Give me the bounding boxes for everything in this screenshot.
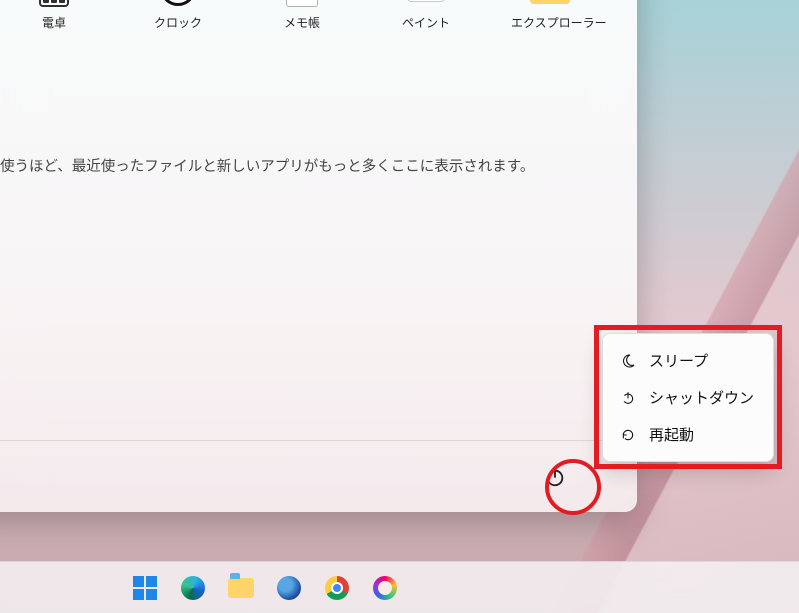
app-paint[interactable]: ペイント — [387, 0, 465, 31]
calculator-icon — [15, 0, 93, 11]
app-label: 電卓 — [15, 14, 93, 31]
taskbar — [0, 561, 799, 613]
folder-icon — [228, 578, 254, 598]
taskbar-thunderbird[interactable] — [274, 573, 304, 603]
app-label: クロック — [139, 14, 217, 31]
app-explorer[interactable]: エクスプローラー — [511, 0, 589, 31]
app-label: エクスプローラー — [511, 14, 589, 31]
moon-icon — [619, 352, 637, 370]
power-menu-label: シャットダウン — [649, 387, 754, 408]
taskbar-start-button[interactable] — [130, 573, 160, 603]
taskbar-paint[interactable] — [370, 573, 400, 603]
app-calculator[interactable]: 電卓 — [15, 0, 93, 31]
chrome-icon — [325, 576, 349, 600]
recent-hint-text: 使うほど、最近使ったファイルと新しいアプリがもっと多くここに表示されます。 — [0, 155, 534, 176]
taskbar-chrome[interactable] — [322, 573, 352, 603]
power-menu-sleep[interactable]: スリープ — [603, 342, 773, 379]
edge-icon — [181, 576, 205, 600]
power-icon — [619, 389, 637, 407]
taskbar-edge[interactable] — [178, 573, 208, 603]
power-menu-shutdown[interactable]: シャットダウン — [603, 379, 773, 416]
paint-icon — [387, 0, 465, 11]
clock-icon — [139, 0, 217, 11]
file-explorer-icon — [511, 0, 589, 11]
power-menu: スリープ シャットダウン 再起動 — [602, 333, 774, 462]
power-menu-restart[interactable]: 再起動 — [603, 416, 773, 453]
paint-palette-icon — [373, 576, 397, 600]
start-menu-panel: 電卓 クロック メモ帳 ペイント エクスプローラー 使うほど、最近使ったファイル… — [0, 0, 637, 512]
power-menu-label: スリープ — [649, 350, 708, 371]
taskbar-file-explorer[interactable] — [226, 573, 256, 603]
start-menu-bottom-bar — [0, 440, 637, 512]
power-menu-label: 再起動 — [649, 424, 694, 445]
app-label: ペイント — [387, 14, 465, 31]
app-label: メモ帳 — [263, 14, 341, 31]
power-button[interactable] — [533, 455, 577, 499]
power-icon — [544, 466, 566, 488]
restart-icon — [619, 426, 637, 444]
app-clock[interactable]: クロック — [139, 0, 217, 31]
app-notepad[interactable]: メモ帳 — [263, 0, 341, 31]
thunderbird-icon — [277, 576, 301, 600]
pinned-apps-row: 電卓 クロック メモ帳 ペイント エクスプローラー — [15, 0, 637, 31]
notepad-icon — [263, 0, 341, 11]
windows-logo-icon — [133, 576, 157, 600]
